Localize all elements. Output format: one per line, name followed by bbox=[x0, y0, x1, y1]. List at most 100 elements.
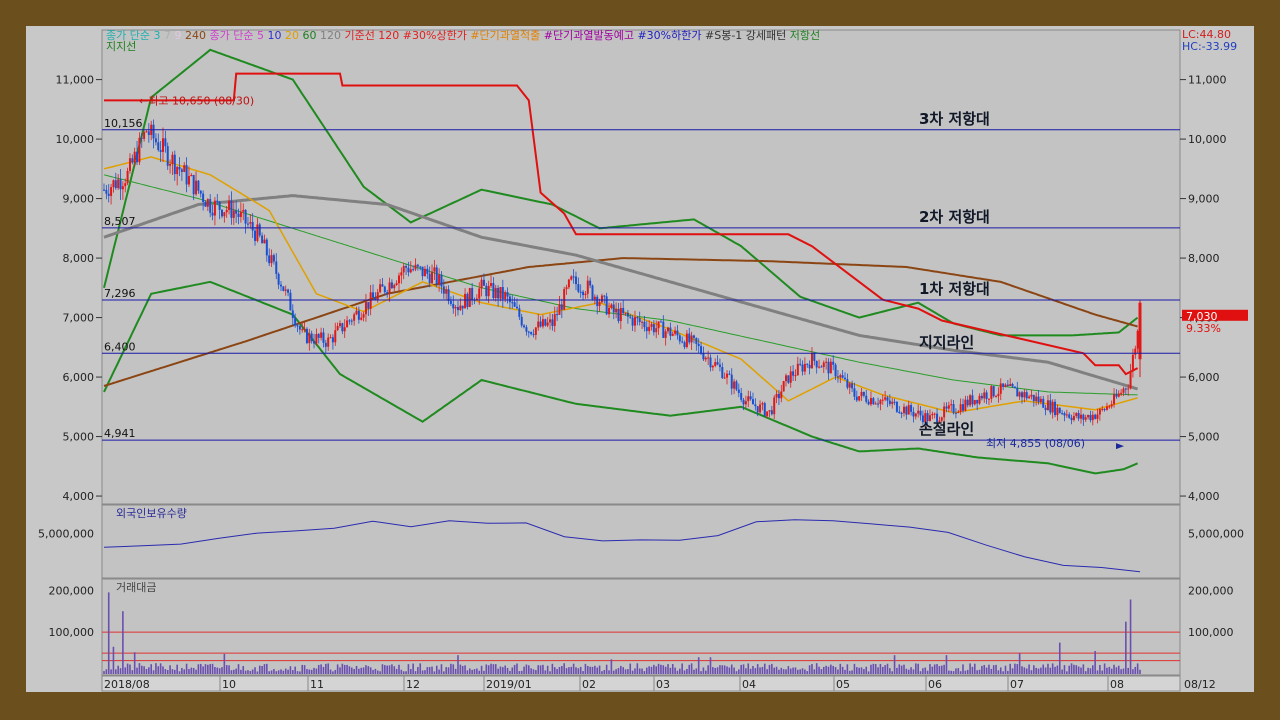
candle-body bbox=[648, 326, 651, 332]
volume-bar bbox=[483, 670, 485, 674]
candle-body bbox=[945, 406, 948, 409]
candle-body bbox=[1049, 400, 1052, 413]
volume-bar bbox=[801, 668, 804, 674]
volume-bar bbox=[225, 665, 228, 674]
candle-body bbox=[527, 331, 530, 333]
volume-bar bbox=[502, 667, 504, 674]
candle-body bbox=[407, 267, 410, 273]
candle-body bbox=[490, 283, 493, 286]
volume-bar bbox=[747, 663, 750, 674]
volume-bar bbox=[631, 670, 634, 674]
candle-body bbox=[1105, 406, 1108, 410]
volume-bar bbox=[306, 669, 308, 674]
candle-body bbox=[541, 319, 544, 327]
volume-bar bbox=[584, 663, 587, 674]
volume-bar bbox=[435, 665, 438, 674]
volume-bar bbox=[258, 665, 261, 674]
candle-body bbox=[305, 328, 308, 344]
volume-bar bbox=[915, 663, 917, 674]
candle-body bbox=[711, 365, 714, 368]
volume-bar bbox=[388, 665, 391, 674]
volume-bar bbox=[660, 664, 662, 674]
volume-bar bbox=[759, 667, 761, 674]
candle-body bbox=[709, 357, 712, 368]
volume-bar bbox=[162, 666, 164, 674]
candle-body bbox=[471, 288, 474, 300]
volume-bar bbox=[129, 664, 131, 674]
volume-bar bbox=[874, 664, 877, 674]
volume-bar bbox=[263, 664, 266, 674]
volume-bar bbox=[712, 667, 714, 674]
volume-bar bbox=[343, 664, 346, 674]
candle-body bbox=[806, 363, 809, 365]
candle-body bbox=[1087, 415, 1090, 418]
volume-bar bbox=[1125, 621, 1127, 674]
candle-body bbox=[220, 209, 223, 217]
candle-body bbox=[1082, 414, 1085, 420]
volume-bar bbox=[1007, 670, 1009, 674]
volume-bar bbox=[1028, 664, 1030, 674]
volume-bar bbox=[940, 665, 943, 674]
candle-body bbox=[445, 289, 448, 294]
candle-body bbox=[834, 364, 837, 377]
candle-body bbox=[513, 302, 516, 307]
volume-bar bbox=[1033, 665, 1035, 674]
volume-bar bbox=[983, 664, 986, 674]
candle-body bbox=[440, 274, 443, 287]
volume-bar bbox=[235, 668, 237, 674]
volume-bar bbox=[303, 665, 306, 674]
volume-bar bbox=[629, 663, 632, 674]
volume-bar bbox=[565, 668, 568, 674]
candle-body bbox=[447, 289, 450, 301]
candle-body bbox=[787, 375, 790, 383]
candle-body bbox=[612, 304, 615, 313]
volume-bar bbox=[671, 664, 674, 674]
volume-bar bbox=[155, 663, 157, 674]
volume-bar bbox=[636, 663, 639, 674]
candle-body bbox=[579, 291, 582, 293]
volume-bar bbox=[827, 666, 830, 674]
candle-body bbox=[881, 399, 884, 401]
volume-bar bbox=[841, 666, 844, 674]
candle-body bbox=[676, 330, 679, 336]
candle-body bbox=[914, 413, 917, 417]
volume-bar bbox=[681, 663, 683, 674]
candle-body bbox=[879, 400, 882, 405]
volume-bar bbox=[247, 670, 249, 674]
candle-body bbox=[947, 405, 950, 409]
volume-bar bbox=[723, 665, 726, 674]
candle-body bbox=[402, 266, 405, 273]
volume-bar bbox=[834, 667, 837, 674]
volume-bar bbox=[1025, 668, 1028, 674]
y-tick-label-left: 8,000 bbox=[63, 252, 95, 265]
volume-bar bbox=[199, 663, 202, 674]
volume-bar bbox=[964, 670, 967, 674]
y-tick-label-left: 9,000 bbox=[63, 193, 95, 206]
legend-entry: #30%하한가 bbox=[634, 28, 702, 42]
candle-body bbox=[912, 411, 915, 417]
volume-bar bbox=[943, 664, 945, 674]
volume-bar bbox=[1047, 663, 1049, 674]
candle-body bbox=[818, 366, 821, 368]
candle-body bbox=[452, 303, 455, 309]
volume-bar bbox=[775, 666, 778, 674]
volume-bar bbox=[1087, 667, 1089, 674]
candle-body bbox=[674, 330, 677, 334]
candle-body bbox=[315, 334, 318, 344]
volume-bar bbox=[1058, 642, 1061, 674]
candle-body bbox=[117, 179, 120, 189]
candle-body bbox=[173, 154, 176, 175]
candle-body bbox=[1028, 396, 1031, 399]
candle-body bbox=[405, 266, 408, 268]
volume-tick-right: 100,000 bbox=[1188, 626, 1234, 639]
candle-body bbox=[199, 190, 202, 194]
candle-body bbox=[515, 306, 518, 309]
volume-bar bbox=[825, 665, 827, 674]
candle-body bbox=[197, 180, 200, 191]
candle-body bbox=[492, 283, 495, 299]
candle-body bbox=[853, 388, 856, 397]
volume-bar bbox=[216, 667, 219, 674]
y-tick-label-left: 10,000 bbox=[56, 133, 95, 146]
candle-body bbox=[497, 287, 500, 299]
candle-body bbox=[692, 335, 695, 338]
